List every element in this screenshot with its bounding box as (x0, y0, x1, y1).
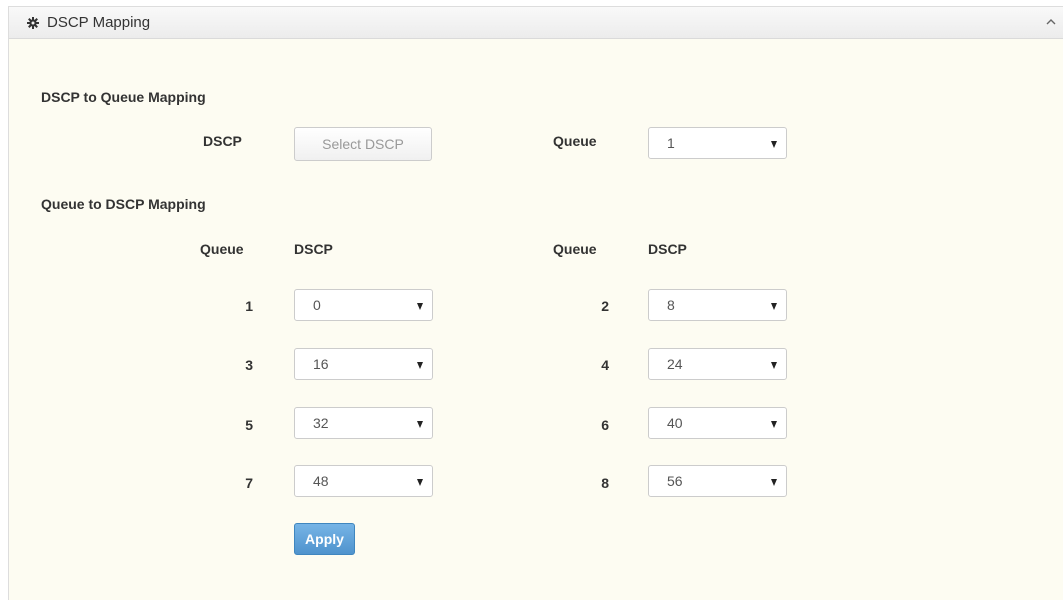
queue-number: 6 (601, 417, 609, 433)
queue-to-dscp-title: Queue to DSCP Mapping (41, 196, 206, 212)
queue-select[interactable]: 1 (648, 127, 787, 159)
panel-title: DSCP Mapping (47, 14, 151, 31)
queue-select-value: 1 (667, 135, 675, 151)
dropdown-arrow-icon (771, 303, 777, 310)
dscp-select-value: 0 (313, 297, 321, 313)
chevron-up-icon[interactable] (1045, 17, 1057, 27)
queue-number: 8 (601, 475, 609, 491)
dscp-select-queue-4[interactable]: 24 (648, 348, 787, 380)
dscp-select-value: 48 (313, 473, 329, 489)
col-header-dscp: DSCP (294, 241, 333, 257)
queue-number: 3 (245, 357, 253, 373)
dscp-mapping-panel: DSCP Mapping DSCP to Queue Mapping DSCP … (8, 6, 1063, 600)
col-header-queue: Queue (553, 241, 597, 257)
dscp-select-value: 8 (667, 297, 675, 313)
queue-number: 4 (601, 357, 609, 373)
queue-number: 5 (245, 417, 253, 433)
dropdown-arrow-icon (417, 303, 423, 310)
col-header-dscp: DSCP (648, 241, 687, 257)
dropdown-arrow-icon (417, 479, 423, 486)
dropdown-arrow-icon (771, 362, 777, 369)
dscp-select-queue-1[interactable]: 0 (294, 289, 433, 321)
dscp-select-queue-3[interactable]: 16 (294, 348, 433, 380)
dscp-select-queue-2[interactable]: 8 (648, 289, 787, 321)
dropdown-arrow-icon (771, 421, 777, 428)
queue-number: 7 (245, 475, 253, 491)
apply-button[interactable]: Apply (294, 523, 355, 555)
panel-header[interactable]: DSCP Mapping (9, 7, 1063, 39)
dscp-label: DSCP (203, 133, 242, 149)
dscp-select-queue-8[interactable]: 56 (648, 465, 787, 497)
dscp-select-value: 32 (313, 415, 329, 431)
gear-icon (27, 17, 39, 29)
col-header-queue: Queue (200, 241, 244, 257)
dropdown-arrow-icon (417, 421, 423, 428)
queue-number: 2 (601, 298, 609, 314)
select-dscp-button[interactable]: Select DSCP (294, 127, 432, 161)
dscp-select-value: 24 (667, 356, 683, 372)
queue-label: Queue (553, 133, 597, 149)
dscp-select-queue-7[interactable]: 48 (294, 465, 433, 497)
dropdown-arrow-icon (771, 141, 777, 148)
dropdown-arrow-icon (771, 479, 777, 486)
dscp-to-queue-title: DSCP to Queue Mapping (41, 89, 206, 105)
dscp-select-value: 56 (667, 473, 683, 489)
queue-number: 1 (245, 298, 253, 314)
dscp-select-value: 16 (313, 356, 329, 372)
dropdown-arrow-icon (417, 362, 423, 369)
dscp-select-queue-5[interactable]: 32 (294, 407, 433, 439)
dscp-select-value: 40 (667, 415, 683, 431)
dscp-select-queue-6[interactable]: 40 (648, 407, 787, 439)
